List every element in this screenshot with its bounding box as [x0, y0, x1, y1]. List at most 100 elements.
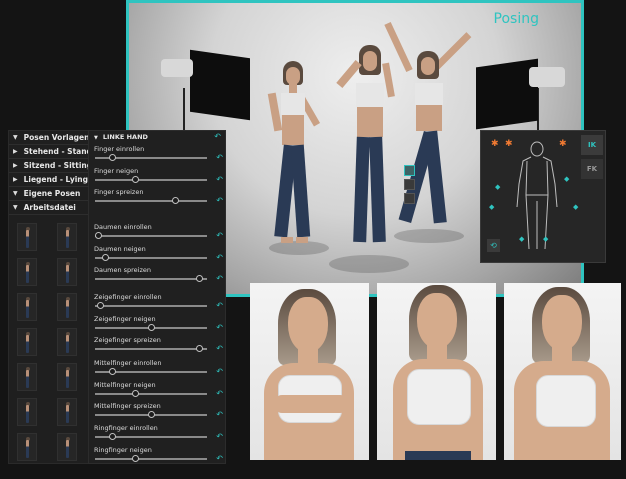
expand-triangle-icon: ▶ — [13, 176, 18, 183]
pose-category-arbeitsdatei[interactable]: ▼ Arbeitsdatei — [9, 201, 89, 215]
slider-label: Finger spreizen — [94, 188, 144, 196]
reset-arrow-icon[interactable]: ↶ — [216, 432, 223, 441]
pose-thumbnail[interactable] — [57, 223, 77, 251]
pose-thumbnail[interactable] — [17, 433, 37, 461]
joint-handle-icon[interactable]: ◆ — [543, 235, 548, 243]
reset-arrow-icon[interactable]: ↶ — [216, 153, 223, 162]
fk-mode-button[interactable]: FK — [581, 159, 603, 179]
slider-knob[interactable] — [108, 368, 116, 375]
joint-handle-icon[interactable]: ◆ — [564, 175, 569, 183]
slider-track[interactable] — [95, 302, 207, 309]
pose-thumbnail[interactable] — [57, 293, 77, 321]
reset-arrow-icon[interactable]: ↶ — [216, 410, 223, 419]
slider-label: Finger einrollen — [94, 145, 145, 153]
pose-thumbnail[interactable] — [17, 293, 37, 321]
floor-shadow — [329, 255, 409, 273]
reset-arrow-icon[interactable]: ↶ — [216, 175, 223, 184]
slider-track[interactable] — [95, 389, 207, 397]
pose-category-posen-vorlagen[interactable]: ▼ Posen Vorlagen — [9, 131, 89, 145]
pose-thumbnail[interactable] — [17, 223, 37, 251]
reset-arrow-icon[interactable]: ↶ — [216, 231, 223, 240]
reset-arrow-icon[interactable]: ↶ — [216, 367, 223, 376]
pose-thumbnail[interactable] — [57, 328, 77, 356]
viewport-tool-button[interactable] — [404, 193, 415, 204]
joint-handle-icon[interactable]: ◆ — [489, 203, 494, 211]
reset-arrow-icon[interactable]: ↶ — [216, 323, 223, 332]
slider-label: Zeigefinger neigen — [94, 314, 156, 323]
pose-thumbnail-grid — [9, 215, 89, 465]
slider-label: Ringfinger neigen — [94, 445, 152, 454]
reset-arrow-icon[interactable]: ↶ — [216, 253, 223, 262]
joint-handle-icon[interactable]: ◆ — [573, 203, 578, 211]
pose-library-panel: ▼Posen Vorlagen ▶Stehend - Standing ▶Sit… — [8, 130, 90, 464]
slider-knob[interactable] — [95, 232, 102, 239]
slider-knob[interactable] — [108, 154, 116, 161]
slider-track[interactable] — [95, 454, 207, 462]
reset-arrow-icon[interactable]: ↶ — [216, 301, 223, 310]
reset-arrow-icon[interactable]: ↶ — [216, 274, 223, 283]
joint-handle-icon[interactable]: ◆ — [519, 235, 524, 243]
reset-arrow-icon[interactable]: ↶ — [216, 344, 223, 353]
slider-label: Daumen neigen — [94, 244, 146, 253]
lamp-head-right — [529, 67, 565, 87]
slider-knob[interactable] — [195, 275, 203, 282]
slider-label: Mittelfinger neigen — [94, 380, 156, 389]
slider-label: Zeigefinger spreizen — [94, 336, 161, 344]
pose-category-liegend[interactable]: ▶ Liegend - Lying — [9, 173, 89, 187]
viewport-title: Posing — [493, 11, 539, 27]
pose-thumbnail[interactable] — [17, 398, 37, 426]
pose-thumbnail[interactable] — [57, 398, 77, 426]
hand-slider-list: Finger einrollen ↶ Finger neigen ↶ Finger sp… — [89, 131, 225, 463]
slider-knob[interactable] — [195, 345, 203, 352]
reset-arrow-icon[interactable]: ↶ — [216, 389, 223, 398]
slider-track[interactable] — [95, 345, 207, 352]
slider-knob[interactable] — [148, 411, 155, 418]
slider-knob[interactable] — [97, 302, 105, 309]
slider-track[interactable] — [95, 433, 207, 440]
slider-track[interactable] — [95, 411, 207, 418]
softbox-left — [190, 49, 250, 121]
pose-thumbnail[interactable] — [17, 363, 37, 391]
slider-knob[interactable] — [132, 454, 140, 462]
pose-thumbnail[interactable] — [57, 258, 77, 286]
pose-category-eigene-posen[interactable]: ▼ Eigene Posen — [9, 187, 89, 201]
model-figure-1[interactable] — [261, 61, 321, 251]
collapse-triangle-icon: ▼ — [13, 134, 18, 141]
expand-triangle-icon: ▶ — [13, 148, 18, 155]
slider-label: Finger neigen — [94, 166, 139, 175]
reference-photo-3 — [504, 283, 621, 460]
model-figure-3[interactable] — [384, 21, 477, 241]
lamp-head-left — [161, 59, 193, 77]
slider-label: Ringfinger einrollen — [94, 424, 158, 432]
joint-handle-icon[interactable]: ◆ — [495, 183, 500, 191]
slider-track[interactable] — [95, 197, 207, 204]
reset-arrow-icon[interactable]: ↶ — [216, 454, 223, 463]
rotate-camera-icon[interactable]: ⟲ — [487, 239, 500, 252]
pose-thumbnail[interactable] — [57, 363, 77, 391]
slider-track[interactable] — [95, 253, 207, 261]
viewport-tool-button[interactable] — [404, 179, 415, 190]
pose-thumbnail[interactable] — [57, 433, 77, 461]
slider-track[interactable] — [95, 368, 207, 375]
slider-knob[interactable] — [132, 389, 140, 397]
hand-pose-panel: ▼ LINKE HAND ↶ Finger einrollen ↶ Finger ne… — [88, 130, 226, 464]
viewport-tool-button[interactable] — [404, 165, 415, 176]
slider-knob[interactable] — [102, 253, 110, 261]
slider-knob[interactable] — [172, 197, 180, 204]
pose-category-sitzend[interactable]: ▶ Sitzend - Sitting — [9, 159, 89, 173]
slider-track[interactable] — [95, 154, 207, 161]
pose-thumbnail[interactable] — [17, 328, 37, 356]
reset-arrow-icon[interactable]: ↶ — [216, 196, 223, 205]
reference-photo-2 — [377, 283, 496, 460]
ik-mode-button[interactable]: IK — [581, 135, 603, 155]
slider-knob[interactable] — [132, 175, 140, 183]
slider-knob[interactable] — [108, 433, 116, 440]
slider-label: Zeigefinger einrollen — [94, 293, 162, 301]
slider-track[interactable] — [95, 323, 207, 331]
slider-track[interactable] — [95, 175, 207, 183]
pose-category-stehend[interactable]: ▶Stehend - Standing — [9, 145, 89, 159]
slider-track[interactable] — [95, 232, 207, 239]
pose-thumbnail[interactable] — [17, 258, 37, 286]
slider-knob[interactable] — [148, 323, 155, 331]
slider-track[interactable] — [95, 275, 207, 282]
